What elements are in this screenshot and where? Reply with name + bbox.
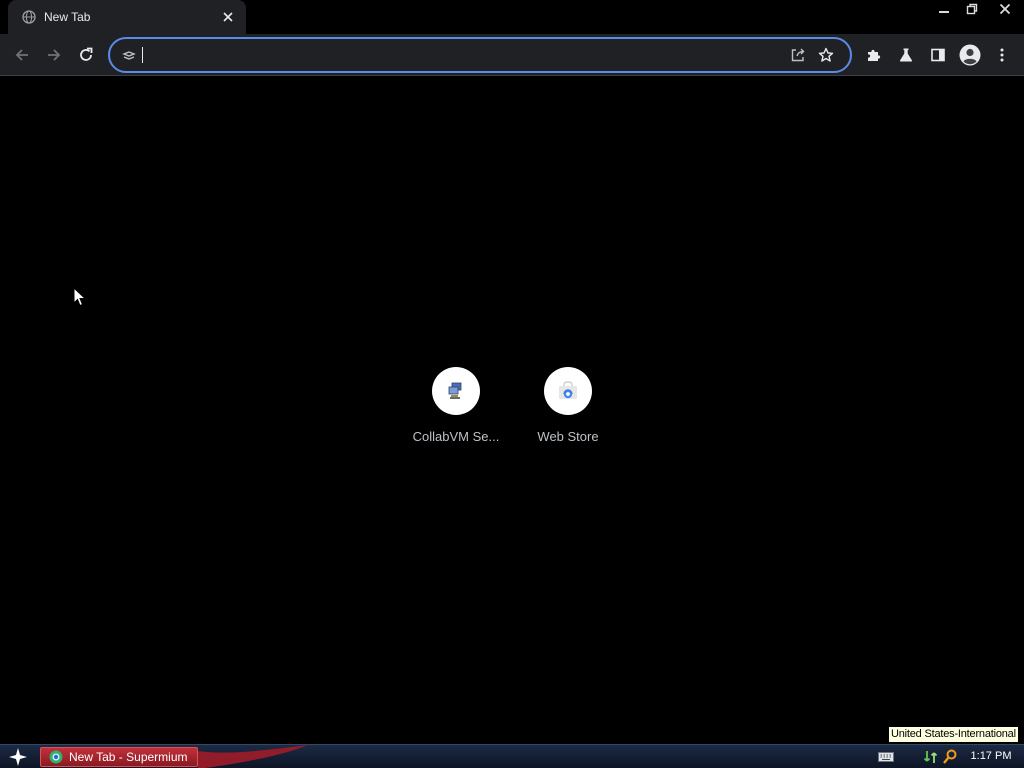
taskbar: New Tab - Supermium 1:17 PM [0, 744, 1024, 768]
extensions-puzzle-icon[interactable] [858, 39, 890, 71]
shortcut-collabvm[interactable]: CollabVM Se... [400, 367, 512, 447]
tab-strip: New Tab [0, 0, 1024, 34]
labs-flask-icon[interactable] [890, 39, 922, 71]
tab-close-icon[interactable] [220, 9, 236, 25]
mouse-pointer-icon [73, 287, 87, 307]
share-icon[interactable] [784, 41, 812, 69]
menu-kebab-icon[interactable] [986, 39, 1018, 71]
site-info-icon[interactable] [122, 48, 136, 62]
keyboard-layout-tooltip: United States-International [888, 726, 1019, 743]
minimize-icon[interactable] [930, 0, 958, 18]
side-panel-icon[interactable] [922, 39, 954, 71]
profile-avatar-icon[interactable] [954, 39, 986, 71]
tab-new-tab[interactable]: New Tab [8, 0, 246, 34]
web-store-icon [544, 367, 592, 415]
taskbar-decoration [198, 745, 308, 768]
start-star-icon[interactable] [4, 746, 32, 768]
keyboard-icon[interactable] [878, 751, 894, 763]
taskbar-item-label: New Tab - Supermium [69, 750, 188, 764]
restore-icon[interactable] [958, 0, 986, 18]
window-controls [930, 0, 1024, 18]
tab-title: New Tab [44, 10, 91, 24]
new-tab-page: CollabVM Se... Web Store [0, 77, 1024, 744]
collabvm-computer-icon [432, 367, 480, 415]
shortcut-label: CollabVM Se... [412, 429, 500, 444]
star-icon[interactable] [812, 41, 840, 69]
shortcut-label: Web Store [537, 429, 599, 444]
address-bar[interactable] [108, 37, 852, 73]
taskbar-item-supermium[interactable]: New Tab - Supermium [40, 747, 198, 767]
reload-icon[interactable] [70, 39, 102, 71]
network-icon[interactable] [924, 749, 938, 765]
globe-icon [22, 10, 36, 24]
close-icon[interactable] [986, 0, 1024, 18]
taskbar-clock[interactable]: 1:17 PM [962, 750, 1020, 762]
text-caret [142, 47, 143, 63]
forward-arrow-icon[interactable] [38, 39, 70, 71]
browser-toolbar [0, 34, 1024, 76]
supermium-browser-icon [49, 750, 63, 764]
address-input[interactable] [142, 43, 784, 67]
search-magnifier-icon[interactable] [943, 749, 957, 765]
back-arrow-icon[interactable] [6, 39, 38, 71]
shortcut-web-store[interactable]: Web Store [512, 367, 624, 447]
